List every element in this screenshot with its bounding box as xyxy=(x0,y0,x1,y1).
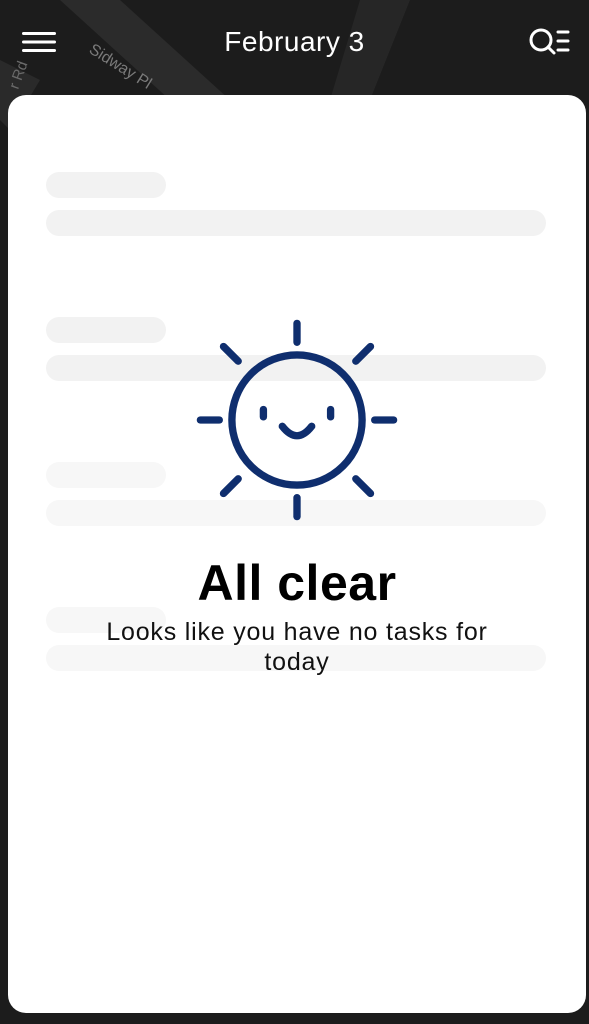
search-button[interactable] xyxy=(524,22,574,62)
top-bar: February 3 xyxy=(0,0,589,88)
search-list-icon xyxy=(529,28,570,55)
skeleton-placeholder xyxy=(46,172,166,198)
menu-button[interactable] xyxy=(18,24,60,60)
empty-state-subtitle: Looks like you have no tasks for today xyxy=(106,618,488,676)
smiling-sun-icon xyxy=(196,319,398,521)
hamburger-menu-icon xyxy=(22,32,56,52)
task-list-panel: All clear Looks like you have no tasks f… xyxy=(8,95,586,1013)
skeleton-placeholder xyxy=(46,210,546,236)
empty-state-title: All clear xyxy=(197,555,397,611)
empty-state: All clear Looks like you have no tasks f… xyxy=(8,315,586,677)
app-screen: Sidway Pl r Rd February 3 All clear Look… xyxy=(0,0,589,1024)
page-title: February 3 xyxy=(224,26,365,57)
